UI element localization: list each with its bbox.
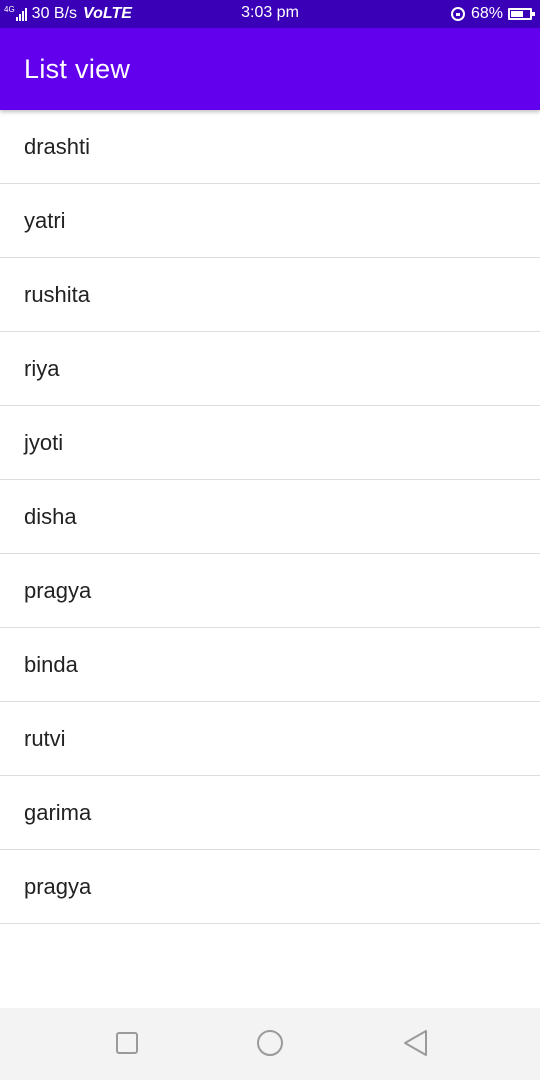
navigation-bar xyxy=(0,1008,540,1080)
list-item-label: pragya xyxy=(24,873,92,899)
rotation-lock-icon xyxy=(450,7,465,21)
screen: 4G 30 B/s VoLTE 3:03 pm 68% List view dr… xyxy=(0,0,540,1080)
list-item-label: binda xyxy=(24,651,78,677)
list-item-label: drashti xyxy=(24,133,91,159)
page-title: List view xyxy=(24,54,131,84)
list-item[interactable]: disha xyxy=(0,480,540,554)
list-item[interactable]: rushita xyxy=(0,258,540,332)
list-item-label: riya xyxy=(24,355,60,381)
back-button[interactable] xyxy=(400,1028,430,1058)
battery-icon xyxy=(508,8,535,20)
list-item-label: rutvi xyxy=(24,725,66,751)
list-item[interactable]: drashti xyxy=(0,110,540,184)
list-item-label: rushita xyxy=(24,281,91,307)
home-button[interactable] xyxy=(255,1028,285,1058)
list-item[interactable]: binda xyxy=(0,628,540,702)
recent-apps-icon xyxy=(116,1032,138,1054)
list-item[interactable]: garima xyxy=(0,776,540,850)
list-item-label: jyoti xyxy=(24,429,64,455)
list-item[interactable]: pragya xyxy=(0,850,540,924)
list-item[interactable]: pragya xyxy=(0,554,540,628)
list-item[interactable]: rutvi xyxy=(0,702,540,776)
status-bar: 4G 30 B/s VoLTE 3:03 pm 68% xyxy=(0,0,540,28)
list-item[interactable]: jyoti xyxy=(0,406,540,480)
list-item-label: disha xyxy=(24,503,77,529)
list-item[interactable]: yatri xyxy=(0,184,540,258)
recent-apps-button[interactable] xyxy=(112,1028,142,1058)
list-item-label: yatri xyxy=(24,207,66,233)
list-item-label: pragya xyxy=(24,577,92,603)
status-right: 68% xyxy=(450,4,535,24)
home-icon xyxy=(257,1030,283,1056)
name-list: drashti yatri rushita riya jyoti disha pragya b… xyxy=(0,110,540,924)
back-icon xyxy=(404,1030,427,1056)
list-item[interactable]: riya xyxy=(0,332,540,406)
battery-percent: 68% xyxy=(470,5,503,22)
app-bar: List view xyxy=(0,28,540,110)
list-item-label: garima xyxy=(24,799,92,825)
battery-fill xyxy=(511,11,524,17)
